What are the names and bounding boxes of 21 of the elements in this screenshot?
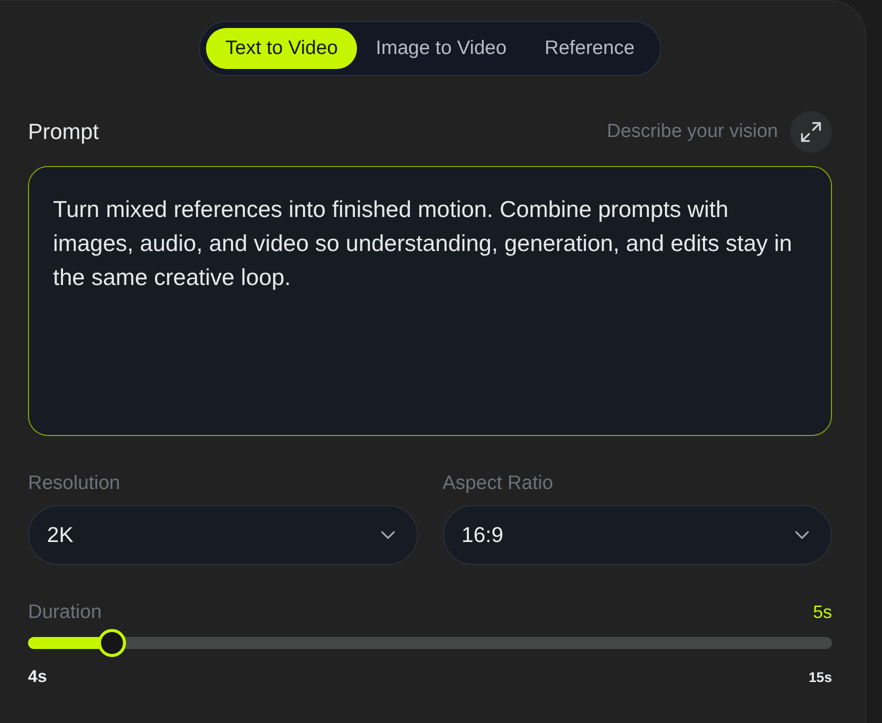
mode-tab[interactable]: Reference bbox=[526, 28, 654, 69]
select-value: 16:9 bbox=[462, 522, 504, 548]
select-label: Aspect Ratio bbox=[442, 472, 554, 494]
duration-label: Duration bbox=[28, 601, 102, 623]
slider-thumb[interactable] bbox=[98, 629, 126, 657]
chevron-down-icon bbox=[795, 531, 809, 539]
prompt-label: Prompt bbox=[28, 119, 99, 145]
min-duration-label: 4s bbox=[28, 667, 47, 687]
duration-value: 5s bbox=[812, 602, 832, 622]
prompt-hint: Describe your vision bbox=[606, 121, 778, 143]
chevron-down-icon bbox=[380, 531, 394, 539]
expand-icon[interactable] bbox=[790, 111, 832, 153]
mode-tab[interactable]: Text to Video bbox=[206, 28, 357, 69]
duration-slider[interactable] bbox=[28, 629, 832, 657]
select-label: Resolution bbox=[28, 472, 122, 494]
dropdown-select[interactable]: 16:9 bbox=[442, 505, 832, 565]
select-value: 2K bbox=[47, 522, 74, 548]
prompt-field[interactable]: Turn mixed references into finished motion. Combine prompts with images, audio, and video so understanding, generation, and edits stay in the same creative loop. bbox=[28, 166, 832, 436]
mode-tab[interactable]: Image to Video bbox=[356, 28, 526, 69]
dropdown-select[interactable]: 2K bbox=[28, 505, 418, 565]
max-duration-label: 15s bbox=[808, 669, 832, 685]
